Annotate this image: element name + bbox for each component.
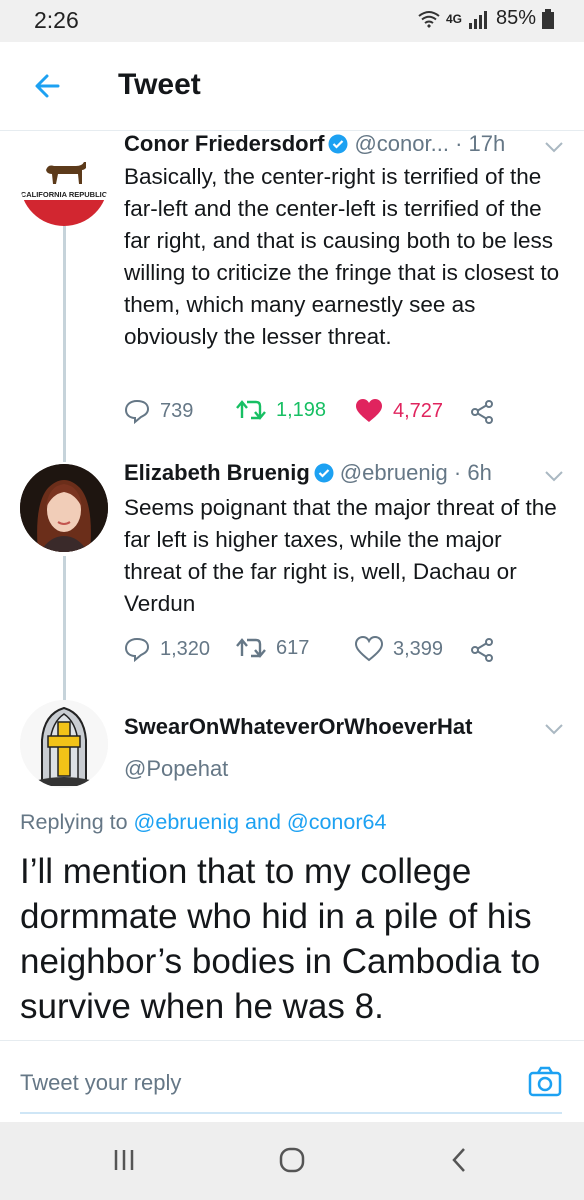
chevron-down-icon[interactable]	[544, 469, 564, 483]
app-bar: Tweet	[0, 42, 584, 131]
network-label: 4G	[445, 11, 462, 26]
retweet-button[interactable]: 1,198	[236, 398, 326, 422]
home-icon[interactable]	[272, 1144, 312, 1176]
battery-percent: 85%	[495, 7, 536, 29]
avatar[interactable]	[20, 464, 108, 552]
california-flag-avatar: CALIFORNIA REPUBLIC	[20, 138, 108, 226]
share-icon[interactable]	[470, 638, 494, 662]
verified-badge-icon	[328, 134, 348, 154]
tweet-text: Basically, the center-right is terrified…	[124, 164, 560, 349]
thread-line	[63, 226, 66, 462]
retweet-button[interactable]: 617	[236, 636, 309, 660]
retweet-icon	[236, 638, 266, 658]
popehat-avatar	[20, 700, 108, 788]
replying-and: and	[239, 810, 287, 834]
status-time: 2:26	[34, 7, 79, 33]
mention-ebruenig[interactable]: @ebruenig	[134, 810, 240, 834]
reply-button[interactable]: 739	[124, 398, 193, 424]
back-arrow-icon[interactable]	[30, 68, 70, 104]
like-button[interactable]: 4,727	[355, 398, 443, 424]
tweet-actions: 739 1,198 4,727	[124, 398, 564, 428]
like-count: 4,727	[393, 399, 444, 422]
reply-placeholder: Tweet your reply	[20, 1070, 182, 1095]
status-bar: 2:26 4G 85%	[0, 0, 584, 42]
retweet-count: 617	[276, 636, 310, 659]
chevron-down-icon[interactable]	[544, 140, 564, 154]
tweet-text: Seems poignant that the major threat of …	[124, 495, 557, 616]
divider	[0, 1040, 584, 1041]
avatar-flag-text: CALIFORNIA REPUBLIC	[21, 190, 108, 199]
main-author-name[interactable]: SwearOnWhateverOrWhoeverHat	[124, 714, 472, 740]
reply-input[interactable]: Tweet your reply	[20, 1056, 562, 1114]
retweet-icon	[236, 400, 266, 420]
reply-count: 1,320	[160, 637, 211, 660]
avatar[interactable]: CALIFORNIA REPUBLIC	[20, 138, 108, 226]
battery-icon	[542, 8, 554, 29]
author-handle[interactable]: @Popehat	[124, 756, 228, 781]
camera-icon[interactable]	[528, 1066, 562, 1098]
heart-outline-icon	[355, 636, 383, 662]
replying-to: Replying to @ebruenig and @conor64	[20, 810, 386, 835]
tweet-header: Elizabeth Bruenig @ebruenig · 6h	[124, 460, 492, 486]
like-button[interactable]: 3,399	[355, 636, 443, 662]
tweet-actions: 1,320 617 3,399	[124, 636, 564, 666]
author-name[interactable]: Elizabeth Bruenig	[124, 460, 310, 485]
recent-apps-icon[interactable]	[104, 1144, 144, 1176]
heart-filled-icon	[356, 399, 382, 422]
system-nav-bar	[0, 1122, 584, 1200]
main-tweet-text: I’ll mention that to my college dormmate…	[20, 852, 541, 1026]
signal-icon	[468, 10, 487, 29]
avatar[interactable]	[20, 700, 108, 788]
like-count: 3,399	[393, 637, 444, 660]
status-icons: 4G 85%	[418, 7, 554, 30]
mention-conor64[interactable]: @conor64	[287, 810, 387, 834]
author-name[interactable]: SwearOnWhateverOrWhoeverHat	[124, 714, 472, 739]
author-name[interactable]: Conor Friedersdorf	[124, 131, 324, 156]
tweet-header: Conor Friedersdorf @conor... · 17h	[124, 131, 505, 157]
chevron-down-icon[interactable]	[544, 722, 564, 736]
wifi-icon	[418, 10, 440, 28]
portrait-avatar	[20, 464, 108, 552]
author-handle[interactable]: @ebruenig	[340, 460, 448, 485]
main-author-handle[interactable]: @Popehat	[124, 756, 228, 782]
verified-badge-icon	[314, 463, 334, 483]
share-icon[interactable]	[470, 400, 494, 424]
page-title: Tweet	[118, 68, 201, 101]
reply-icon	[124, 637, 150, 662]
thread-line	[63, 556, 66, 704]
author-handle[interactable]: @conor...	[354, 131, 449, 156]
reply-icon	[124, 399, 150, 424]
reply-button[interactable]: 1,320	[124, 636, 210, 662]
back-nav-icon[interactable]	[440, 1144, 480, 1176]
tweet-time: · 17h	[455, 131, 506, 156]
reply-count: 739	[160, 399, 194, 422]
retweet-count: 1,198	[276, 398, 327, 421]
tweet-time: · 6h	[453, 460, 492, 485]
replying-prefix: Replying to	[20, 810, 134, 834]
